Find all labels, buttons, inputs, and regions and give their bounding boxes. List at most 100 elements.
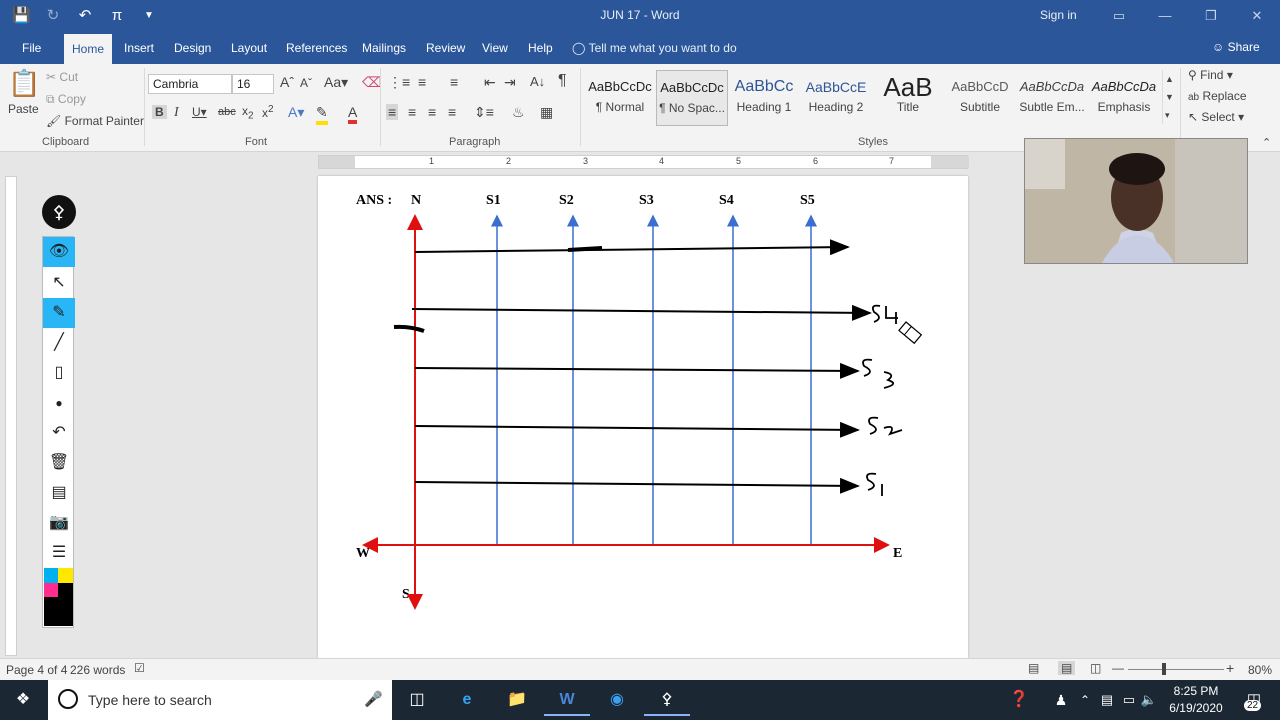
web-layout-icon[interactable]: ◫ xyxy=(1090,661,1101,675)
text-effects-icon[interactable]: A▾ xyxy=(288,104,304,121)
superscript-button[interactable]: x2 xyxy=(262,104,274,120)
collapse-ribbon-icon[interactable]: ⌃ xyxy=(1262,136,1271,149)
color-black-small[interactable] xyxy=(58,583,73,597)
style-heading-2[interactable]: AaBbCcE Heading 2 xyxy=(800,70,872,126)
style-normal[interactable]: AaBbCcDc ¶ Normal xyxy=(584,70,656,126)
tell-me-box[interactable]: ◯ Tell me what you want to do xyxy=(572,41,737,55)
taskbar-search[interactable]: Type here to search 🎤 xyxy=(48,680,392,720)
camera-icon[interactable]: 📷 xyxy=(43,508,75,538)
font-color-icon[interactable]: A xyxy=(348,104,358,124)
numbering-icon[interactable]: ≡ xyxy=(418,74,426,90)
decrease-indent-icon[interactable]: ⇤ xyxy=(484,74,496,91)
zoom-slider[interactable] xyxy=(1128,669,1224,670)
file-explorer-icon[interactable]: 📁 xyxy=(494,684,540,716)
italic-button[interactable]: I xyxy=(174,105,179,121)
battery-icon[interactable]: ▭ xyxy=(1118,684,1140,716)
multilevel-list-icon[interactable]: ≡ xyxy=(450,74,458,90)
tab-design[interactable]: Design xyxy=(166,32,219,64)
trash-icon[interactable]: 🗑 xyxy=(43,448,75,478)
clear-screen-icon[interactable]: ▤ xyxy=(43,478,75,508)
align-left-icon[interactable]: ≡ xyxy=(386,104,399,120)
strikethrough-button[interactable]: abc xyxy=(218,106,236,118)
eraser-icon[interactable]: ▯ xyxy=(43,358,75,388)
zoom-slider-thumb[interactable] xyxy=(1162,663,1166,675)
network-icon[interactable]: ▤ xyxy=(1096,684,1118,716)
zoom-in-icon[interactable]: + xyxy=(1226,660,1234,676)
edge-icon[interactable]: e xyxy=(444,684,490,716)
tab-insert[interactable]: Insert xyxy=(116,32,162,64)
style-subtle-emphasis[interactable]: AaBbCcDa Subtle Em... xyxy=(1016,70,1088,126)
vertical-ruler[interactable] xyxy=(5,176,17,656)
change-case-icon[interactable]: Aa▾ xyxy=(324,74,348,91)
find-button[interactable]: ⚲ Find ▾ xyxy=(1188,68,1233,82)
style-subtitle[interactable]: AaBbCcD Subtitle xyxy=(944,70,1016,126)
tab-file[interactable]: File xyxy=(14,32,49,64)
close-icon[interactable]: ✕ xyxy=(1234,0,1280,32)
undo-icon[interactable]: ↶ xyxy=(43,418,75,448)
tab-references[interactable]: References xyxy=(278,32,355,64)
style-no-spacing[interactable]: AaBbCcDc ¶ No Spac... xyxy=(656,70,728,126)
tab-help[interactable]: Help xyxy=(520,32,561,64)
styles-scroll[interactable]: ▲ ▼ ▾ xyxy=(1162,70,1174,124)
clear-formatting-icon[interactable]: ⌫ xyxy=(362,74,382,91)
justify-icon[interactable]: ≡ xyxy=(448,104,456,120)
underline-button[interactable]: U▾ xyxy=(192,105,207,119)
pen-tool-logo[interactable]: ⚴ xyxy=(42,195,76,229)
pen-icon[interactable]: ╱ xyxy=(43,328,75,358)
document-page[interactable]: ANS : N S1 S2 S3 S4 S5 W E S xyxy=(318,176,968,658)
pointer-icon[interactable]: ↖ xyxy=(43,268,75,298)
word-taskbar-icon[interactable]: W xyxy=(544,684,590,716)
cut-button[interactable]: ✂ Cut xyxy=(46,70,78,84)
help-icon[interactable]: ❓ xyxy=(996,684,1042,716)
volume-icon[interactable]: 🔈 xyxy=(1138,684,1160,716)
tab-review[interactable]: Review xyxy=(418,32,473,64)
task-view-icon[interactable]: ◫ xyxy=(394,684,440,716)
bullets-icon[interactable]: ⋮≡ xyxy=(388,74,410,91)
line-spacing-icon[interactable]: ⇕≡ xyxy=(474,104,494,121)
page-count[interactable]: Page 4 of 4 xyxy=(6,663,67,677)
shading-icon[interactable]: ♨ xyxy=(512,104,525,121)
style-emphasis[interactable]: AaBbCcDa Emphasis xyxy=(1088,70,1160,126)
color-cyan[interactable] xyxy=(44,568,58,583)
copy-button[interactable]: ⧉ Copy xyxy=(46,92,86,107)
style-heading-1[interactable]: AaBbCc Heading 1 xyxy=(728,70,800,126)
color-magenta[interactable] xyxy=(44,583,58,597)
tab-layout[interactable]: Layout xyxy=(223,32,275,64)
system-clock[interactable]: 8:25 PM 6/19/2020 xyxy=(1160,683,1232,717)
word-count[interactable]: 226 words xyxy=(70,663,125,677)
dot-size-icon[interactable]: ● xyxy=(43,388,75,418)
current-color-swatch[interactable] xyxy=(44,597,73,626)
grow-font-icon[interactable]: Aˆ xyxy=(280,74,294,90)
maximize-icon[interactable]: ❐ xyxy=(1188,0,1234,32)
zoom-out-icon[interactable]: — xyxy=(1112,661,1124,675)
share-button[interactable]: ☺ Share xyxy=(1212,40,1260,54)
paste-button[interactable]: Paste xyxy=(8,102,39,116)
format-painter-button[interactable]: 🖌 Format Painter xyxy=(46,114,144,128)
tab-view[interactable]: View xyxy=(474,32,516,64)
notes-icon[interactable]: ☰ xyxy=(43,538,75,568)
proofing-icon[interactable]: ☑ xyxy=(134,661,145,675)
windows-start-icon[interactable]: ❖ xyxy=(0,684,46,716)
pen-app-taskbar-icon[interactable]: ⚴ xyxy=(644,684,690,716)
borders-icon[interactable]: ▦ xyxy=(540,104,553,121)
sign-in-link[interactable]: Sign in xyxy=(1040,8,1077,22)
microphone-icon[interactable]: 🎤 xyxy=(364,690,383,708)
replace-button[interactable]: ab Replace xyxy=(1188,89,1247,103)
align-right-icon[interactable]: ≡ xyxy=(428,104,436,120)
read-mode-icon[interactable]: ▤ xyxy=(1028,661,1039,675)
color-yellow[interactable] xyxy=(58,568,73,583)
print-layout-icon[interactable]: ▤ xyxy=(1058,661,1076,675)
tab-home[interactable]: Home xyxy=(64,34,113,64)
highlighter-icon[interactable]: ✎ xyxy=(43,298,75,328)
zoom-level[interactable]: 80% xyxy=(1248,663,1272,677)
font-name-select[interactable]: Cambria xyxy=(148,74,232,94)
font-size-select[interactable]: 16 xyxy=(232,74,274,94)
bold-button[interactable]: B xyxy=(152,105,167,119)
align-center-icon[interactable]: ≡ xyxy=(408,104,416,120)
zoom-app-icon[interactable]: ◉ xyxy=(594,684,640,716)
select-button[interactable]: ↖ Select ▾ xyxy=(1188,110,1244,124)
shrink-font-icon[interactable]: Aˇ xyxy=(300,76,312,90)
subscript-button[interactable]: x2 xyxy=(242,104,254,121)
eye-icon[interactable]: 👁 xyxy=(43,237,75,267)
style-title[interactable]: AaB Title xyxy=(872,70,944,126)
